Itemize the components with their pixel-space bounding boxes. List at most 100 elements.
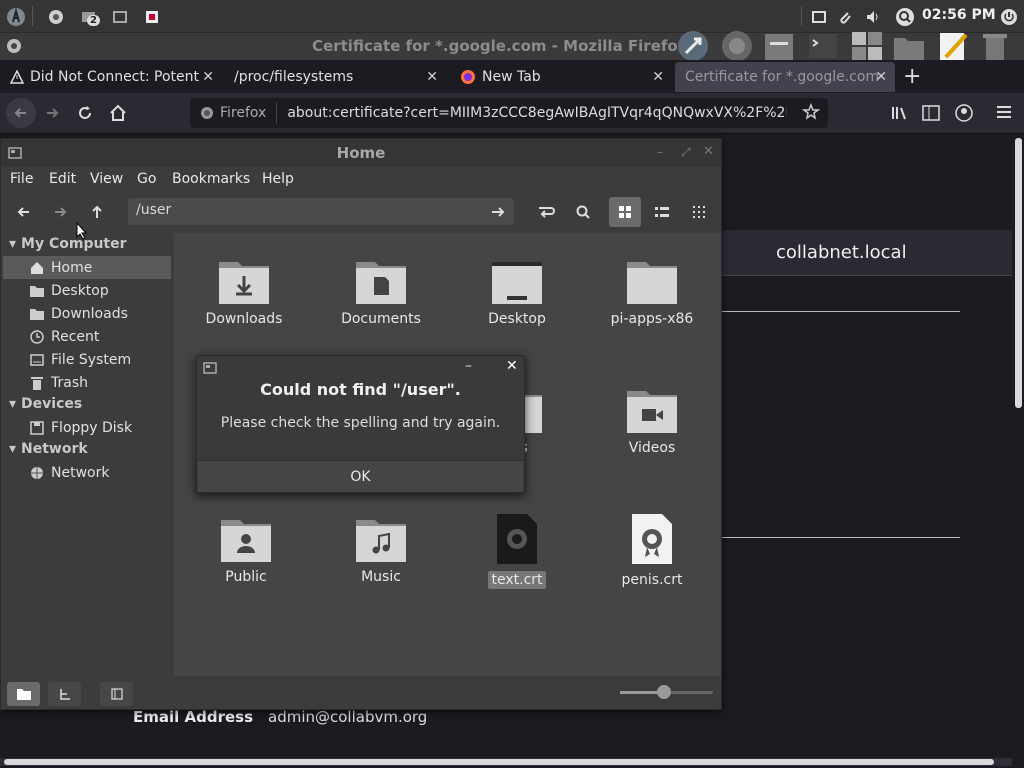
sidebar-item-file-system[interactable]: File System	[3, 348, 171, 371]
reload-button[interactable]	[77, 105, 93, 121]
sidebar-section-network[interactable]: ▾ Network	[9, 441, 88, 457]
file-item-videos[interactable]: Videos	[592, 387, 712, 457]
back-button[interactable]	[8, 197, 40, 227]
sidebar-section-my-computer[interactable]: ▾ My Computer	[9, 236, 127, 252]
file-item-pi-apps-x86[interactable]: pi-apps-x86	[592, 258, 712, 328]
account-icon[interactable]	[955, 104, 973, 122]
forward-button[interactable]	[44, 197, 76, 227]
file-item-penis-crt[interactable]: penis.crt	[592, 513, 712, 589]
clock[interactable]: 02:56 PM	[922, 7, 996, 23]
tab-proc-filesystems[interactable]: /proc/filesystems ✕	[224, 62, 446, 92]
url-text[interactable]: about:certificate?cert=MIIM3zCCC8egAwIBA…	[277, 105, 787, 121]
sidebar-toggle-icon[interactable]	[922, 105, 940, 121]
menu-edit[interactable]: Edit	[49, 171, 76, 187]
zoom-slider-knob[interactable]	[656, 685, 671, 699]
file-manager-taskbar-icon[interactable]: 2	[78, 6, 100, 28]
file-manager-titlebar[interactable]: Home – ⤢ ✕	[1, 139, 721, 167]
icon-view-button[interactable]	[609, 197, 641, 227]
horizontal-scrollbar[interactable]	[0, 758, 1012, 766]
hide-sidebar-button[interactable]	[100, 682, 133, 706]
tab-new-tab[interactable]: New Tab ✕	[450, 62, 672, 92]
network-icon	[29, 465, 45, 481]
location-text[interactable]: /user	[136, 202, 171, 218]
close-icon[interactable]: ✕	[703, 144, 714, 159]
library-icon[interactable]	[891, 105, 909, 121]
url-bar[interactable]: Firefox about:certificate?cert=MIIM3zCCC…	[190, 98, 828, 128]
menu-bookmarks[interactable]: Bookmarks	[172, 171, 250, 187]
tab-did-not-connect[interactable]: Did Not Connect: Potential Security Issu…	[0, 62, 222, 92]
toggle-location-icon[interactable]	[530, 197, 562, 227]
power-icon[interactable]	[998, 6, 1020, 28]
rocket-launcher-icon[interactable]	[676, 29, 710, 63]
home-button[interactable]	[109, 104, 127, 122]
zoom-slider[interactable]	[620, 685, 713, 699]
back-button[interactable]	[6, 98, 36, 128]
cert-tab-header[interactable]: collabnet.local	[722, 230, 1012, 276]
notifications-icon[interactable]	[808, 6, 830, 28]
scrollbar-thumb[interactable]	[4, 759, 994, 765]
tab-close-icon[interactable]: ✕	[652, 69, 664, 85]
go-arrow-icon[interactable]	[490, 204, 506, 220]
window-taskbar-icon[interactable]	[109, 6, 131, 28]
file-manager-toolbar: /user	[1, 193, 721, 233]
firefox-window-icon	[6, 38, 22, 54]
sidebar-item-downloads[interactable]: Downloads	[3, 302, 171, 325]
bookmark-star-icon[interactable]	[802, 103, 820, 121]
tab-close-icon[interactable]: ✕	[202, 69, 214, 85]
search-icon[interactable]	[894, 6, 916, 28]
file-item-documents[interactable]: Documents	[321, 258, 441, 328]
location-bar[interactable]: /user	[128, 198, 514, 225]
file-item-public[interactable]: Public	[186, 516, 306, 586]
menu-file[interactable]: File	[10, 171, 33, 187]
terminal-dock-icon[interactable]	[806, 30, 840, 62]
folder-dock-icon[interactable]	[892, 30, 926, 62]
recent-icon	[29, 329, 45, 345]
file-item-desktop[interactable]: Desktop	[457, 258, 577, 328]
page-scrollbar[interactable]	[1013, 134, 1024, 768]
show-treeview-button[interactable]	[48, 682, 81, 706]
maximize-icon[interactable]: ⤢	[681, 145, 691, 160]
volume-icon[interactable]	[862, 6, 884, 28]
sidebar-item-recent[interactable]: Recent	[3, 325, 171, 348]
text-editor-dock-icon[interactable]	[936, 29, 970, 63]
firefox-dock-icon[interactable]	[720, 29, 754, 63]
menu-launcher-icon[interactable]	[5, 6, 27, 28]
sidebar-item-floppy-disk[interactable]: Floppy Disk	[3, 416, 171, 439]
tab-close-icon[interactable]: ✕	[426, 69, 438, 85]
trash-dock-icon[interactable]	[978, 30, 1012, 62]
hamburger-menu-icon[interactable]	[996, 105, 1012, 119]
new-tab-plus-icon[interactable]: +	[903, 64, 921, 89]
search-icon[interactable]	[567, 197, 599, 227]
forward-button[interactable]	[44, 105, 60, 121]
file-label: pi-apps-x86	[610, 311, 694, 327]
dialog-minimize-icon[interactable]: –	[465, 358, 472, 374]
dialog-close-icon[interactable]: ✕	[506, 358, 518, 374]
app-taskbar-icon[interactable]	[141, 6, 163, 28]
sidebar-item-home[interactable]: Home	[3, 256, 171, 279]
minimize-icon[interactable]: –	[657, 145, 663, 159]
identity-box[interactable]: Firefox	[190, 102, 278, 124]
menu-view[interactable]: View	[90, 171, 123, 187]
firefox-navbar: Firefox about:certificate?cert=MIIM3zCCC…	[0, 93, 1024, 134]
compact-view-button[interactable]	[683, 197, 715, 227]
file-label: Videos	[628, 440, 676, 456]
list-view-button[interactable]	[646, 197, 678, 227]
firefox-taskbar-icon[interactable]	[45, 6, 67, 28]
tab-close-icon[interactable]: ✕	[875, 69, 887, 85]
sidebar-item-network[interactable]: Network	[3, 461, 171, 484]
show-places-button[interactable]	[7, 682, 40, 706]
ok-button[interactable]: OK	[198, 460, 523, 492]
sidebar-item-trash[interactable]: Trash	[3, 371, 171, 394]
tab-certificate[interactable]: Certificate for *.google.com ✕	[675, 62, 895, 92]
menu-help[interactable]: Help	[262, 171, 294, 187]
paperclip-icon[interactable]	[834, 6, 856, 28]
menu-go[interactable]: Go	[137, 171, 156, 187]
file-item-text-crt[interactable]: text.crt	[457, 513, 577, 589]
file-item-music[interactable]: Music	[321, 516, 441, 586]
sidebar-section-devices[interactable]: ▾ Devices	[9, 396, 82, 412]
file-cabinet-dock-icon[interactable]	[762, 30, 796, 62]
scrollbar-thumb[interactable]	[1015, 138, 1022, 408]
calculator-dock-icon[interactable]	[850, 30, 884, 62]
sidebar-item-desktop[interactable]: Desktop	[3, 279, 171, 302]
file-item-downloads[interactable]: Downloads	[184, 258, 304, 328]
